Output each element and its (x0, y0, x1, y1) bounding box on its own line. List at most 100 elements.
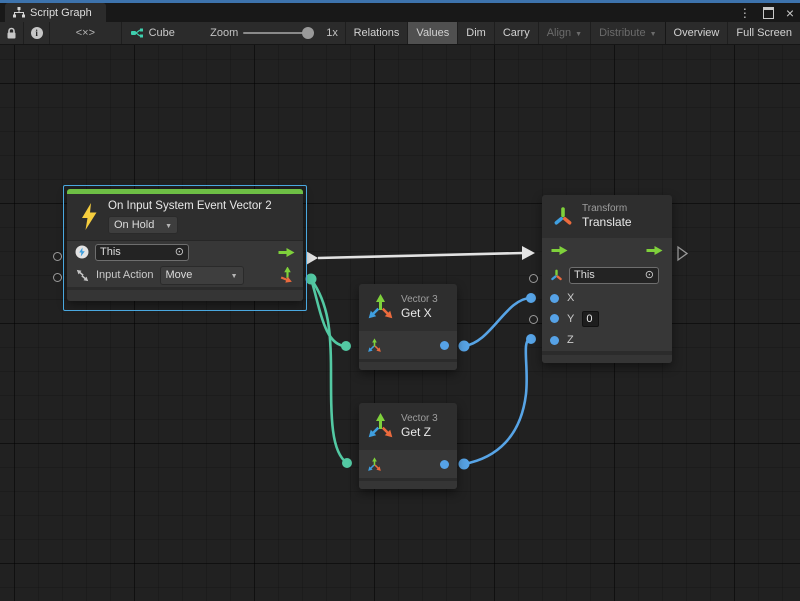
wire-control-flow[interactable] (318, 253, 523, 258)
distribute-button[interactable]: Distribute ▼ (590, 22, 664, 44)
translate-z-row: Z (542, 329, 672, 351)
port-dot-getx-in[interactable] (341, 341, 351, 351)
lightning-bolt-icon (79, 203, 99, 230)
event-mode-dropdown[interactable]: On Hold ▼ (108, 216, 178, 234)
zoom-slider[interactable] (241, 22, 319, 44)
graph-canvas[interactable]: On Input System Event Vector 2 On Hold ▼… (0, 45, 800, 601)
values-button[interactable]: Values (407, 22, 457, 44)
port-dot-y[interactable] (550, 314, 559, 323)
node-translate[interactable]: Transform Translate This ⊙ (542, 195, 672, 363)
getz-port-row (359, 450, 457, 478)
port-dot-getx-out-wire[interactable] (459, 341, 470, 352)
getx-port-row (359, 331, 457, 359)
wire-control-start-arrow (306, 251, 318, 265)
port-ring-event-this[interactable] (53, 252, 62, 261)
zoom-slider-handle[interactable] (302, 27, 314, 39)
zoom-slider-track[interactable] (243, 32, 309, 34)
node-get-x[interactable]: Vector 3 Get X (359, 284, 457, 370)
carry-button[interactable]: Carry (494, 22, 538, 44)
target-picker-icon: ⊙ (175, 247, 184, 258)
wire-vector2-to-getz[interactable] (311, 279, 347, 463)
zoom-value: 1x (320, 22, 345, 44)
port-dot-getz-out-wire[interactable] (459, 459, 470, 470)
node-title: Translate (582, 215, 632, 230)
target-picker-icon: ⊙ (645, 270, 654, 281)
fullscreen-button[interactable]: Full Screen (727, 22, 800, 44)
transform-icon (552, 206, 574, 228)
graph-toolbar: i <×> Cube Zoom 1x Relations Values Dim … (0, 22, 800, 45)
control-output-arrow-icon[interactable] (278, 247, 295, 258)
node-category: Vector 3 (401, 413, 438, 426)
node-title: On Input System Event Vector 2 (108, 199, 272, 213)
maximize-icon[interactable] (763, 7, 774, 19)
hierarchy-icon (13, 7, 25, 18)
port-triangle-translate-out[interactable] (678, 247, 687, 260)
node-title: Get X (401, 306, 438, 321)
zoom-label: Zoom (207, 22, 241, 44)
graph-owner-label: Cube (149, 27, 175, 39)
transform-mini-icon (550, 269, 563, 282)
relations-button[interactable]: Relations (345, 22, 408, 44)
chevron-down-icon: ▼ (231, 273, 238, 280)
port-dot-getz-out[interactable] (440, 460, 449, 469)
port-dot-x[interactable] (550, 294, 559, 303)
port-ring-translate-y[interactable] (529, 315, 538, 324)
port-dot-getz-in[interactable] (342, 458, 352, 468)
input-action-dropdown[interactable]: Move ▼ (160, 266, 244, 285)
event-node-header: On Input System Event Vector 2 On Hold ▼ (67, 194, 303, 240)
vector2-output-icon[interactable] (278, 267, 295, 284)
tab-script-graph[interactable]: Script Graph (5, 3, 106, 22)
graph-icon (131, 27, 144, 39)
window-menu-icon[interactable]: ⋮ (739, 6, 751, 20)
event-target-field[interactable]: This ⊙ (95, 244, 189, 261)
y-value-input[interactable]: 0 (582, 311, 599, 327)
wire-control-end-arrow (522, 246, 535, 260)
lock-button[interactable] (0, 22, 24, 44)
graph-owner[interactable]: Cube (122, 22, 208, 44)
translate-flow-row (542, 238, 672, 262)
port-label-y: Y (567, 313, 574, 325)
script-machine-icon (75, 245, 89, 259)
port-label-z: Z (567, 334, 574, 346)
port-ring-translate-this[interactable] (529, 274, 538, 283)
chevron-down-icon: ▼ (575, 31, 582, 38)
align-button[interactable]: Align ▼ (538, 22, 590, 44)
event-action-row: Input Action Move ▼ (67, 263, 303, 287)
tab-label: Script Graph (30, 7, 92, 19)
vector3-icon (367, 413, 394, 440)
close-icon[interactable]: × (786, 8, 794, 18)
port-dot-translate-x-in[interactable] (526, 293, 536, 303)
port-dot-translate-z-in[interactable] (526, 334, 536, 344)
code-icon: <×> (76, 27, 95, 39)
node-footer (359, 478, 457, 489)
window-controls: ⋮ × (739, 3, 794, 22)
input-action-icon (75, 268, 90, 283)
port-dot-z[interactable] (550, 336, 559, 345)
vector3-icon (367, 294, 394, 321)
port-dot-event-vector2-out[interactable] (306, 274, 317, 285)
node-on-input-system-event[interactable]: On Input System Event Vector 2 On Hold ▼… (67, 189, 303, 301)
inspect-button[interactable]: i (24, 22, 50, 44)
chevron-down-icon: ▼ (650, 31, 657, 38)
wire-getz-to-translate-z[interactable] (464, 339, 531, 464)
getx-header: Vector 3 Get X (359, 284, 457, 331)
port-dot-getx-out[interactable] (440, 341, 449, 350)
code-preview-button[interactable]: <×> (50, 22, 121, 44)
node-footer (542, 351, 672, 363)
node-get-z[interactable]: Vector 3 Get Z (359, 403, 457, 489)
lock-icon (6, 27, 17, 40)
getz-header: Vector 3 Get Z (359, 403, 457, 450)
vector3-mini-icon (367, 457, 382, 472)
control-input-arrow-icon[interactable] (551, 245, 568, 256)
node-category: Transform (582, 203, 632, 216)
translate-header: Transform Translate (542, 195, 672, 238)
overview-button[interactable]: Overview (665, 22, 728, 44)
control-output-arrow-icon[interactable] (646, 245, 663, 256)
port-ring-event-action[interactable] (53, 273, 62, 282)
translate-x-row: X (542, 288, 672, 308)
node-category: Vector 3 (401, 294, 438, 307)
translate-target-field[interactable]: This ⊙ (569, 267, 659, 284)
wire-getx-to-translate-x[interactable] (464, 298, 531, 346)
dim-button[interactable]: Dim (457, 22, 494, 44)
node-footer (67, 287, 303, 301)
